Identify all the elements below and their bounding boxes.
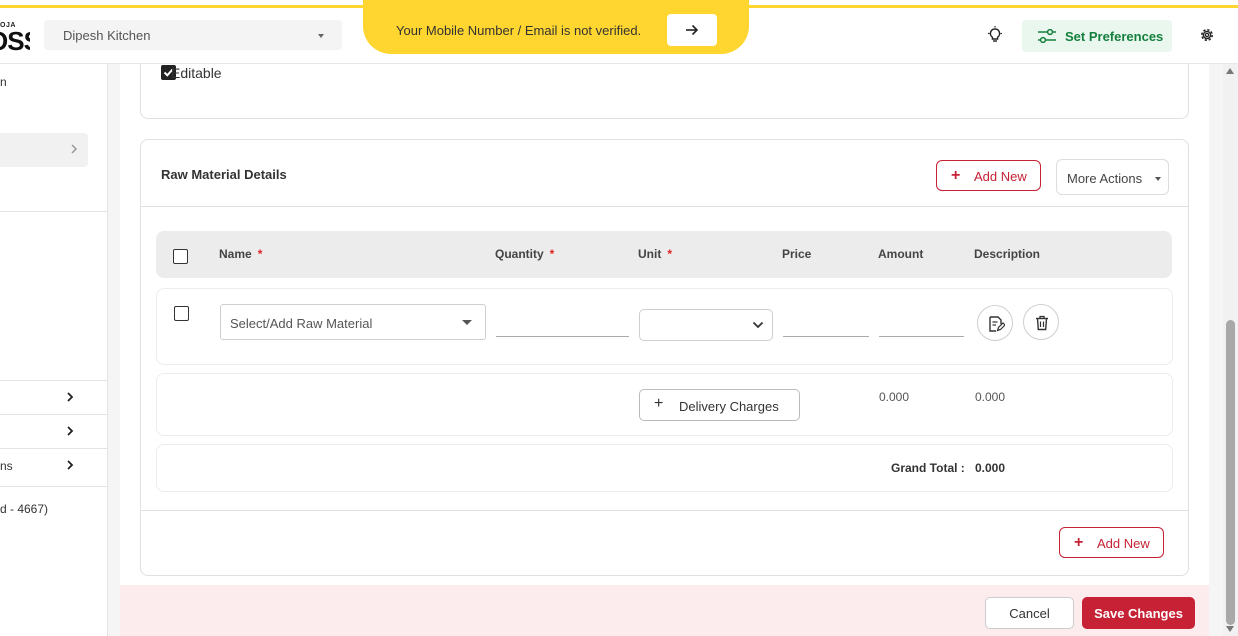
delete-row-button[interactable] [1023, 304, 1059, 340]
sidebar-item-1[interactable] [0, 380, 108, 414]
add-new-label: Add New [1097, 536, 1150, 551]
verification-banner: Your Mobile Number / Email is not verifi… [363, 0, 749, 54]
trash-icon [1036, 315, 1048, 331]
column-header-description: Description [974, 247, 1041, 261]
outlet-select-value: Dipesh Kitchen [63, 28, 151, 43]
sidebar-divider [0, 486, 108, 487]
scroll-up-icon[interactable] [1226, 68, 1234, 74]
table-row: Select/Add Raw Material [156, 288, 1173, 365]
sidebar: n ns d - 4667) [0, 64, 108, 636]
brand-logo[interactable]: OJA OSS [0, 22, 30, 54]
edit-description-button[interactable] [977, 305, 1013, 341]
edit-note-icon [989, 316, 1005, 332]
column-header-unit: Unit * [638, 247, 672, 261]
plus-icon: + [1074, 534, 1084, 551]
sidebar-item-2[interactable] [0, 414, 108, 448]
lightbulb-icon[interactable] [986, 26, 1004, 44]
card-divider [141, 206, 1188, 207]
plus-icon: + [654, 395, 664, 412]
delivery-charges-button[interactable]: + Delivery Charges [639, 389, 800, 421]
sidebar-divider [0, 211, 108, 212]
grand-total-row: Grand Total : 0.000 [156, 444, 1173, 492]
column-header-quantity: Quantity * [495, 247, 555, 261]
editable-label: Editable [171, 65, 222, 81]
column-header-price: Price [782, 247, 812, 261]
price-input[interactable] [783, 309, 869, 337]
cancel-button[interactable]: Cancel [985, 597, 1074, 629]
table-header: Name * Quantity * Unit * Price Amount Descr… [156, 231, 1172, 278]
raw-material-title: Raw Material Details [161, 167, 287, 182]
verification-message: Your Mobile Number / Email is not verifi… [396, 23, 642, 38]
raw-material-card: Raw Material Details + Add New More Acti… [140, 139, 1189, 576]
outlet-select[interactable]: Dipesh Kitchen [44, 20, 342, 50]
row-checkbox[interactable] [174, 306, 189, 321]
raw-material-placeholder: Select/Add Raw Material [230, 316, 373, 331]
gear-icon[interactable] [1199, 27, 1215, 43]
delivery-description: 0.000 [975, 390, 1006, 404]
sidebar-item-fragment[interactable]: n [0, 75, 7, 89]
delivery-charges-label: Delivery Charges [679, 399, 779, 414]
more-actions-dropdown[interactable]: More Actions [1056, 159, 1169, 195]
more-actions-label: More Actions [1067, 171, 1143, 186]
action-bar: Cancel Save Changes [120, 585, 1209, 636]
raw-material-select[interactable]: Select/Add Raw Material [220, 304, 486, 340]
set-preferences-label: Set Preferences [1065, 29, 1164, 44]
logo-big-text: OSS [0, 26, 30, 54]
main-content: Editable Raw Material Details + Add New … [120, 54, 1209, 636]
grand-total-label: Grand Total : [891, 461, 965, 475]
unit-select[interactable] [639, 309, 773, 341]
chevron-down-icon [318, 34, 324, 38]
verify-now-button[interactable] [667, 14, 717, 46]
sidebar-item-3[interactable]: ns [0, 448, 108, 482]
quantity-input[interactable] [496, 309, 629, 337]
scroll-down-icon[interactable] [1226, 626, 1234, 632]
chevron-right-icon [67, 426, 74, 436]
delivery-amount: 0.000 [879, 390, 910, 404]
select-all-checkbox[interactable] [173, 249, 188, 264]
amount-input[interactable] [879, 309, 964, 337]
chevron-right-icon [67, 460, 74, 470]
page-gutter [1209, 64, 1223, 636]
chevron-right-icon [67, 392, 74, 402]
card-divider [141, 510, 1188, 511]
column-header-amount: Amount [878, 247, 924, 261]
scrollbar-thumb[interactable] [1226, 320, 1235, 625]
caret-down-icon [462, 320, 472, 325]
save-changes-button[interactable]: Save Changes [1082, 597, 1195, 629]
caret-down-icon [1155, 177, 1161, 181]
set-preferences-button[interactable]: Set Preferences [1022, 20, 1172, 52]
plus-icon: + [951, 167, 961, 184]
add-new-label: Add New [974, 169, 1027, 184]
chevron-right-icon [71, 144, 78, 154]
grand-total-value: 0.000 [975, 461, 1006, 475]
delivery-charges-row: + Delivery Charges 0.000 0.000 [156, 373, 1173, 436]
arrow-right-icon [686, 24, 699, 36]
vertical-scrollbar[interactable] [1223, 64, 1238, 636]
chevron-down-icon [752, 321, 764, 329]
sliders-icon [1038, 29, 1056, 43]
column-header-name: Name * [219, 247, 263, 261]
sidebar-footer-text: d - 4667) [0, 502, 49, 516]
sidebar-item-active[interactable] [0, 133, 88, 167]
add-new-button[interactable]: + Add New [936, 160, 1041, 191]
add-new-bottom-button[interactable]: + Add New [1059, 527, 1164, 558]
sidebar-item-label: ns [0, 459, 13, 473]
